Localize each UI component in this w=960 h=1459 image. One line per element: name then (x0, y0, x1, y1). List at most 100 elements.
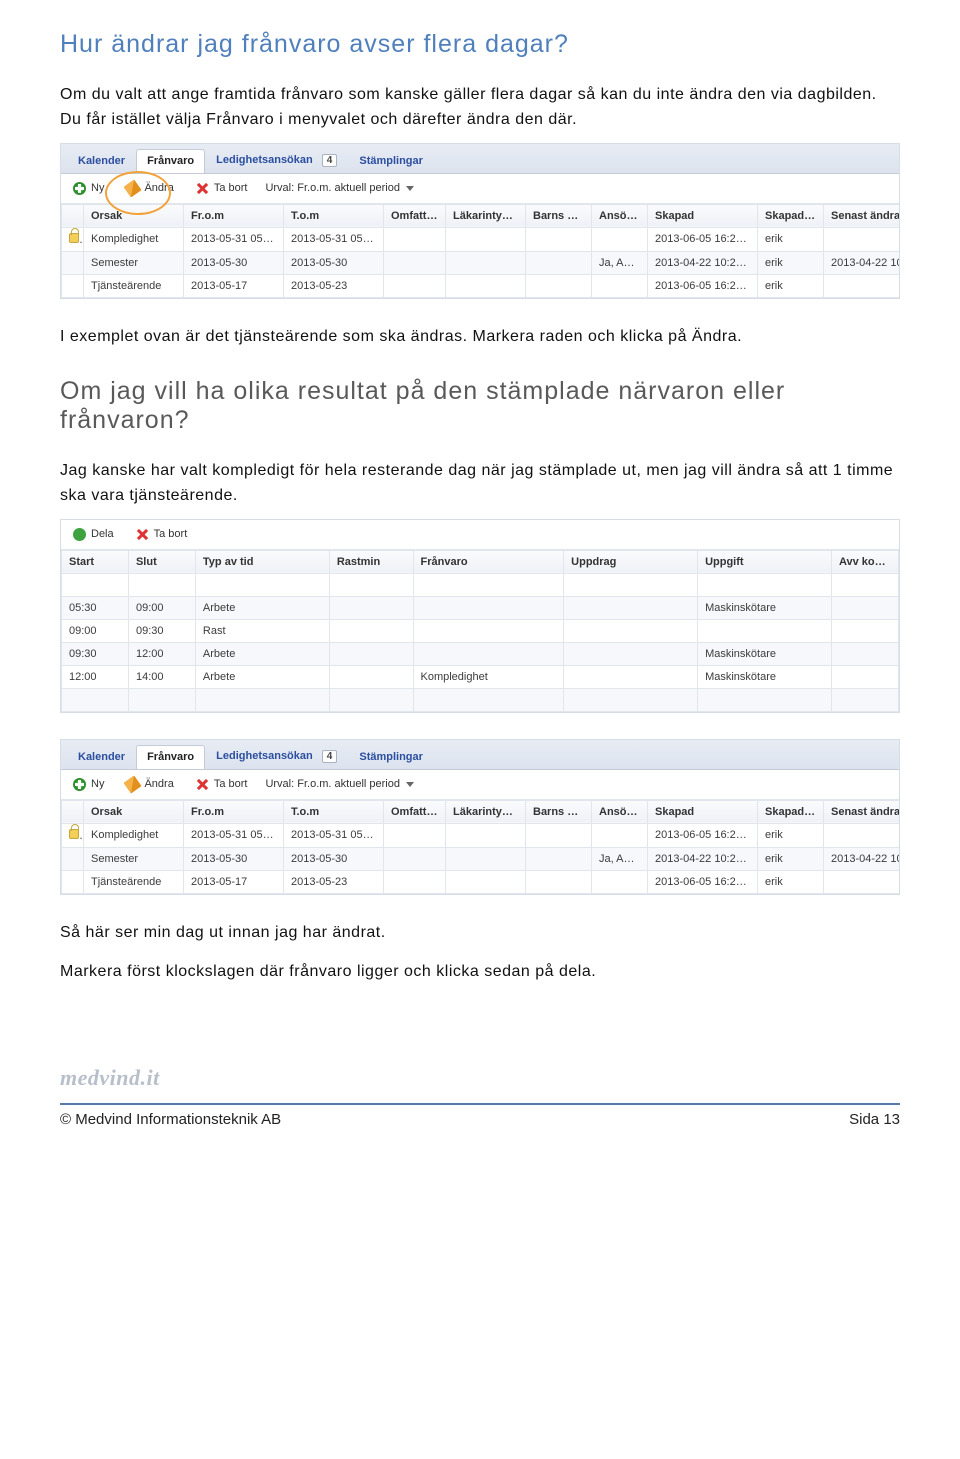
table-row[interactable]: 12:0014:00ArbeteKompledighetMaskinskötar… (62, 665, 899, 688)
col-header[interactable]: Ansökan (592, 800, 648, 823)
cell (592, 823, 648, 847)
table-row[interactable]: 09:3012:00ArbeteMaskinskötare (62, 642, 899, 665)
ny-button[interactable]: Ny (69, 776, 108, 793)
tabort-button[interactable]: Ta bort (192, 180, 252, 197)
cell (824, 274, 901, 297)
cell: Maskinskötare (698, 596, 832, 619)
chevron-down-icon (406, 186, 414, 191)
tab-kalender[interactable]: Kalender (67, 149, 136, 173)
col-header[interactable]: Senast ändrad (824, 204, 901, 227)
cell: 2013-06-05 16:28:56 (648, 823, 758, 847)
table-row[interactable] (62, 688, 899, 711)
col-header[interactable]: Skapad av (758, 800, 824, 823)
cell: 09:00 (62, 619, 129, 642)
col-header[interactable] (62, 204, 84, 227)
table-row[interactable]: Tjänsteärende2013-05-172013-05-232013-06… (62, 274, 901, 297)
cell: 2013-04-22 10:29:53 (824, 251, 901, 274)
ny-label: Ny (91, 778, 104, 790)
table-head: StartSlutTyp av tidRastminFrånvaroUppdra… (62, 550, 899, 573)
table-head: OrsakFr.o.mT.o.mOmfattningLäkarintyg t.o… (62, 204, 901, 227)
col-header[interactable] (62, 800, 84, 823)
tab-stamplingar[interactable]: Stämplingar (348, 149, 434, 173)
lock-icon (69, 233, 79, 243)
urval-select[interactable]: Urval: Fr.o.m. aktuell period (265, 182, 414, 194)
cell: Ja, Ansökt (592, 847, 648, 870)
andra-button[interactable]: Ändra (122, 180, 177, 197)
cell: Kompledighet (84, 823, 184, 847)
col-header[interactable]: Slut (128, 550, 195, 573)
cell (413, 596, 564, 619)
col-header[interactable]: Skapad av (758, 204, 824, 227)
cell: 09:30 (128, 619, 195, 642)
page-footer: © Medvind Informationsteknik AB Sida 13 (60, 1111, 900, 1128)
urval-value: Fr.o.m. aktuell period (297, 182, 400, 194)
cell (831, 688, 898, 711)
col-header[interactable]: Uppgift (698, 550, 832, 573)
table-row[interactable]: Semester2013-05-302013-05-30Ja, Ansökt20… (62, 251, 901, 274)
cell (698, 688, 832, 711)
ny-button[interactable]: Ny (69, 180, 108, 197)
ny-label: Ny (91, 182, 104, 194)
col-header[interactable]: Fr.o.m (184, 800, 284, 823)
col-header[interactable]: Uppdrag (564, 550, 698, 573)
toolbar: Ny Ändra Ta bort Urval: Fr.o.m. aktuell … (61, 770, 899, 800)
table-row[interactable] (62, 573, 899, 596)
cell: 2013-05-30 (284, 847, 384, 870)
col-header[interactable]: T.o.m (284, 800, 384, 823)
table-row[interactable]: Semester2013-05-302013-05-30Ja, Ansökt20… (62, 847, 901, 870)
col-header[interactable]: Omfattning (384, 204, 446, 227)
cell: erik (758, 847, 824, 870)
table-row[interactable]: Tjänsteärende2013-05-172013-05-232013-06… (62, 870, 901, 893)
tabort-button[interactable]: Ta bort (192, 776, 252, 793)
col-header[interactable]: Senast ändrad (824, 800, 901, 823)
table-row[interactable]: 09:0009:30Rast (62, 619, 899, 642)
col-header[interactable]: Läkarintyg t.o.m (446, 800, 526, 823)
col-header[interactable]: Omfattning (384, 800, 446, 823)
cell: 2013-05-31 05:32 (284, 823, 384, 847)
table-head: OrsakFr.o.mT.o.mOmfattningLäkarintyg t.o… (62, 800, 901, 823)
cell: Kompledighet (413, 665, 564, 688)
andra-button[interactable]: Ändra (122, 776, 177, 793)
col-header[interactable]: T.o.m (284, 204, 384, 227)
table-row[interactable]: Kompledighet2013-05-31 05:302013-05-31 0… (62, 227, 901, 251)
col-header[interactable]: Fr.o.m (184, 204, 284, 227)
tab-franvaro[interactable]: Frånvaro (136, 745, 205, 769)
dela-button[interactable]: Dela (69, 526, 118, 543)
cell: 2013-04-22 10:29:43 (648, 251, 758, 274)
col-header[interactable]: Orsak (84, 800, 184, 823)
cell: 2013-05-17 (184, 274, 284, 297)
tab-ledighetsansokan[interactable]: Ledighetsansökan 4 (205, 744, 348, 769)
cell (128, 688, 195, 711)
cell (384, 227, 446, 251)
table-row[interactable]: Kompledighet2013-05-31 05:302013-05-31 0… (62, 823, 901, 847)
col-header[interactable]: Skapad (648, 800, 758, 823)
table-row[interactable]: 05:3009:00ArbeteMaskinskötare (62, 596, 899, 619)
col-header[interactable]: Frånvaro (413, 550, 564, 573)
lock-icon (69, 829, 79, 839)
col-header[interactable]: Barns persnr (526, 800, 592, 823)
cell (413, 642, 564, 665)
urval-select[interactable]: Urval: Fr.o.m. aktuell period (265, 778, 414, 790)
tab-franvaro[interactable]: Frånvaro (136, 149, 205, 173)
brand-logo: medvind.it (60, 1065, 900, 1091)
col-header[interactable]: Typ av tid (195, 550, 329, 573)
col-header[interactable]: Skapad (648, 204, 758, 227)
col-header[interactable]: Avv konto (831, 550, 898, 573)
cell (564, 642, 698, 665)
tab-stamplingar[interactable]: Stämplingar (348, 745, 434, 769)
tab-kalender[interactable]: Kalender (67, 745, 136, 769)
cell (592, 870, 648, 893)
cell: erik (758, 227, 824, 251)
cell: 14:00 (128, 665, 195, 688)
tabort-button[interactable]: Ta bort (132, 526, 192, 543)
col-header[interactable]: Rastmin (329, 550, 413, 573)
paragraph-1: Om du valt att ange framtida frånvaro so… (60, 83, 900, 133)
absence-app-2: Kalender Frånvaro Ledighetsansökan 4 Stä… (60, 739, 900, 895)
tab-ledighetsansokan[interactable]: Ledighetsansökan 4 (205, 148, 348, 173)
cell (526, 251, 592, 274)
col-header[interactable]: Ansökan (592, 204, 648, 227)
col-header[interactable]: Barns persnr (526, 204, 592, 227)
col-header[interactable]: Läkarintyg t.o.m (446, 204, 526, 227)
col-header[interactable]: Start (62, 550, 129, 573)
col-header[interactable]: Orsak (84, 204, 184, 227)
